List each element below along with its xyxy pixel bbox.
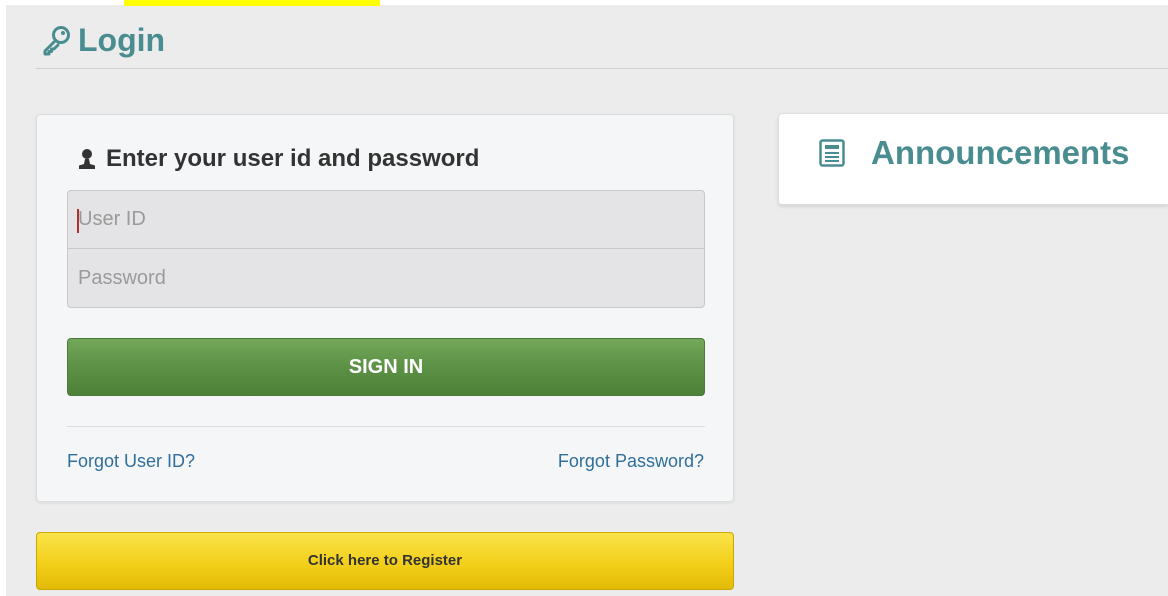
sign-in-button[interactable]: SIGN IN <box>67 338 705 396</box>
user-icon <box>79 149 95 169</box>
user-id-input[interactable] <box>68 191 704 249</box>
card-divider <box>67 426 705 427</box>
page-header: Login <box>40 16 165 64</box>
login-heading: Enter your user id and password <box>77 145 479 173</box>
highlight-mark <box>124 0 380 6</box>
forgot-password-link[interactable]: Forgot Password? <box>558 451 704 472</box>
password-input[interactable] <box>68 249 704 307</box>
credentials-group <box>67 190 705 308</box>
announcements-card: Announcements <box>778 113 1168 205</box>
newspaper-icon <box>819 139 845 167</box>
login-card: Enter your user id and password SIGN IN … <box>36 114 734 502</box>
page-title: Login <box>78 21 166 58</box>
left-edge <box>0 0 6 596</box>
key-icon <box>43 26 70 56</box>
register-button[interactable]: Click here to Register <box>36 532 734 590</box>
forgot-user-id-link[interactable]: Forgot User ID? <box>67 451 195 472</box>
header-divider <box>36 68 1168 69</box>
text-caret <box>77 209 79 233</box>
login-heading-text: Enter your user id and password <box>106 145 480 172</box>
announcements-title: Announcements <box>871 134 1130 171</box>
